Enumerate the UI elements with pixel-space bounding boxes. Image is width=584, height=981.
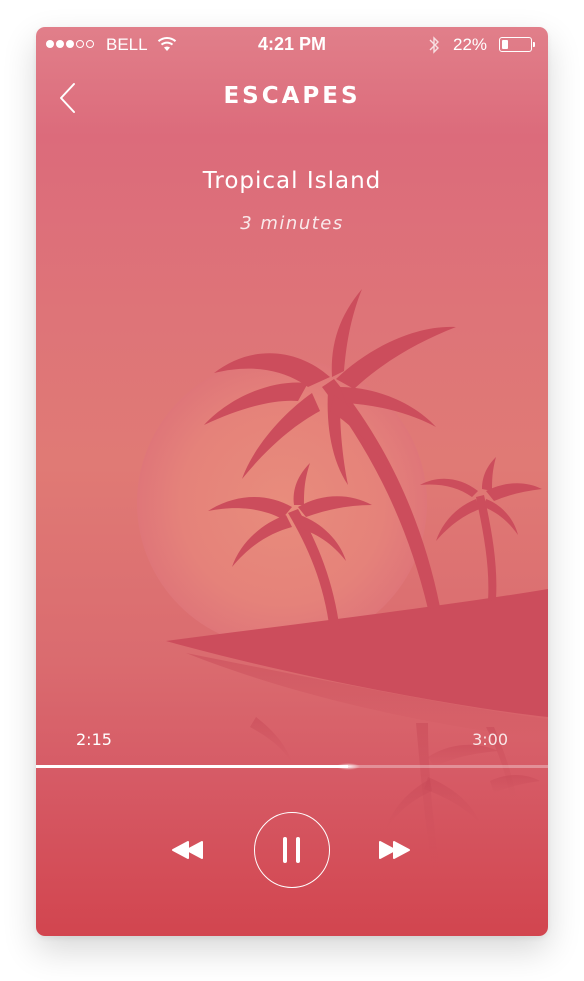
- battery-percent: 22%: [453, 35, 488, 54]
- pause-icon-bar: [296, 837, 300, 863]
- fast-forward-button[interactable]: [374, 835, 414, 865]
- battery-icon: [499, 37, 532, 52]
- elapsed-time: 2:15: [76, 730, 112, 749]
- battery-level-fill: [502, 40, 508, 49]
- bluetooth-icon: [429, 36, 439, 54]
- fast-forward-icon: [379, 841, 410, 859]
- phone-screen: BELL 4:21 PM 22% ESCAPES Tropical Island…: [36, 27, 548, 936]
- rewind-button[interactable]: [168, 835, 208, 865]
- track-duration: 3 minutes: [240, 213, 344, 234]
- pause-button[interactable]: [254, 812, 330, 888]
- progress-bar[interactable]: [36, 763, 548, 770]
- rewind-icon: [172, 841, 203, 859]
- battery-tip: [533, 42, 535, 47]
- page-title: ESCAPES: [223, 83, 361, 109]
- total-time: 3:00: [472, 730, 508, 749]
- pause-icon: [283, 837, 287, 863]
- status-bar: BELL 4:21 PM 22%: [36, 27, 548, 63]
- progress-fill: [36, 765, 349, 768]
- track-title: Tropical Island: [202, 168, 382, 194]
- palm-trees-artwork: [137, 289, 548, 867]
